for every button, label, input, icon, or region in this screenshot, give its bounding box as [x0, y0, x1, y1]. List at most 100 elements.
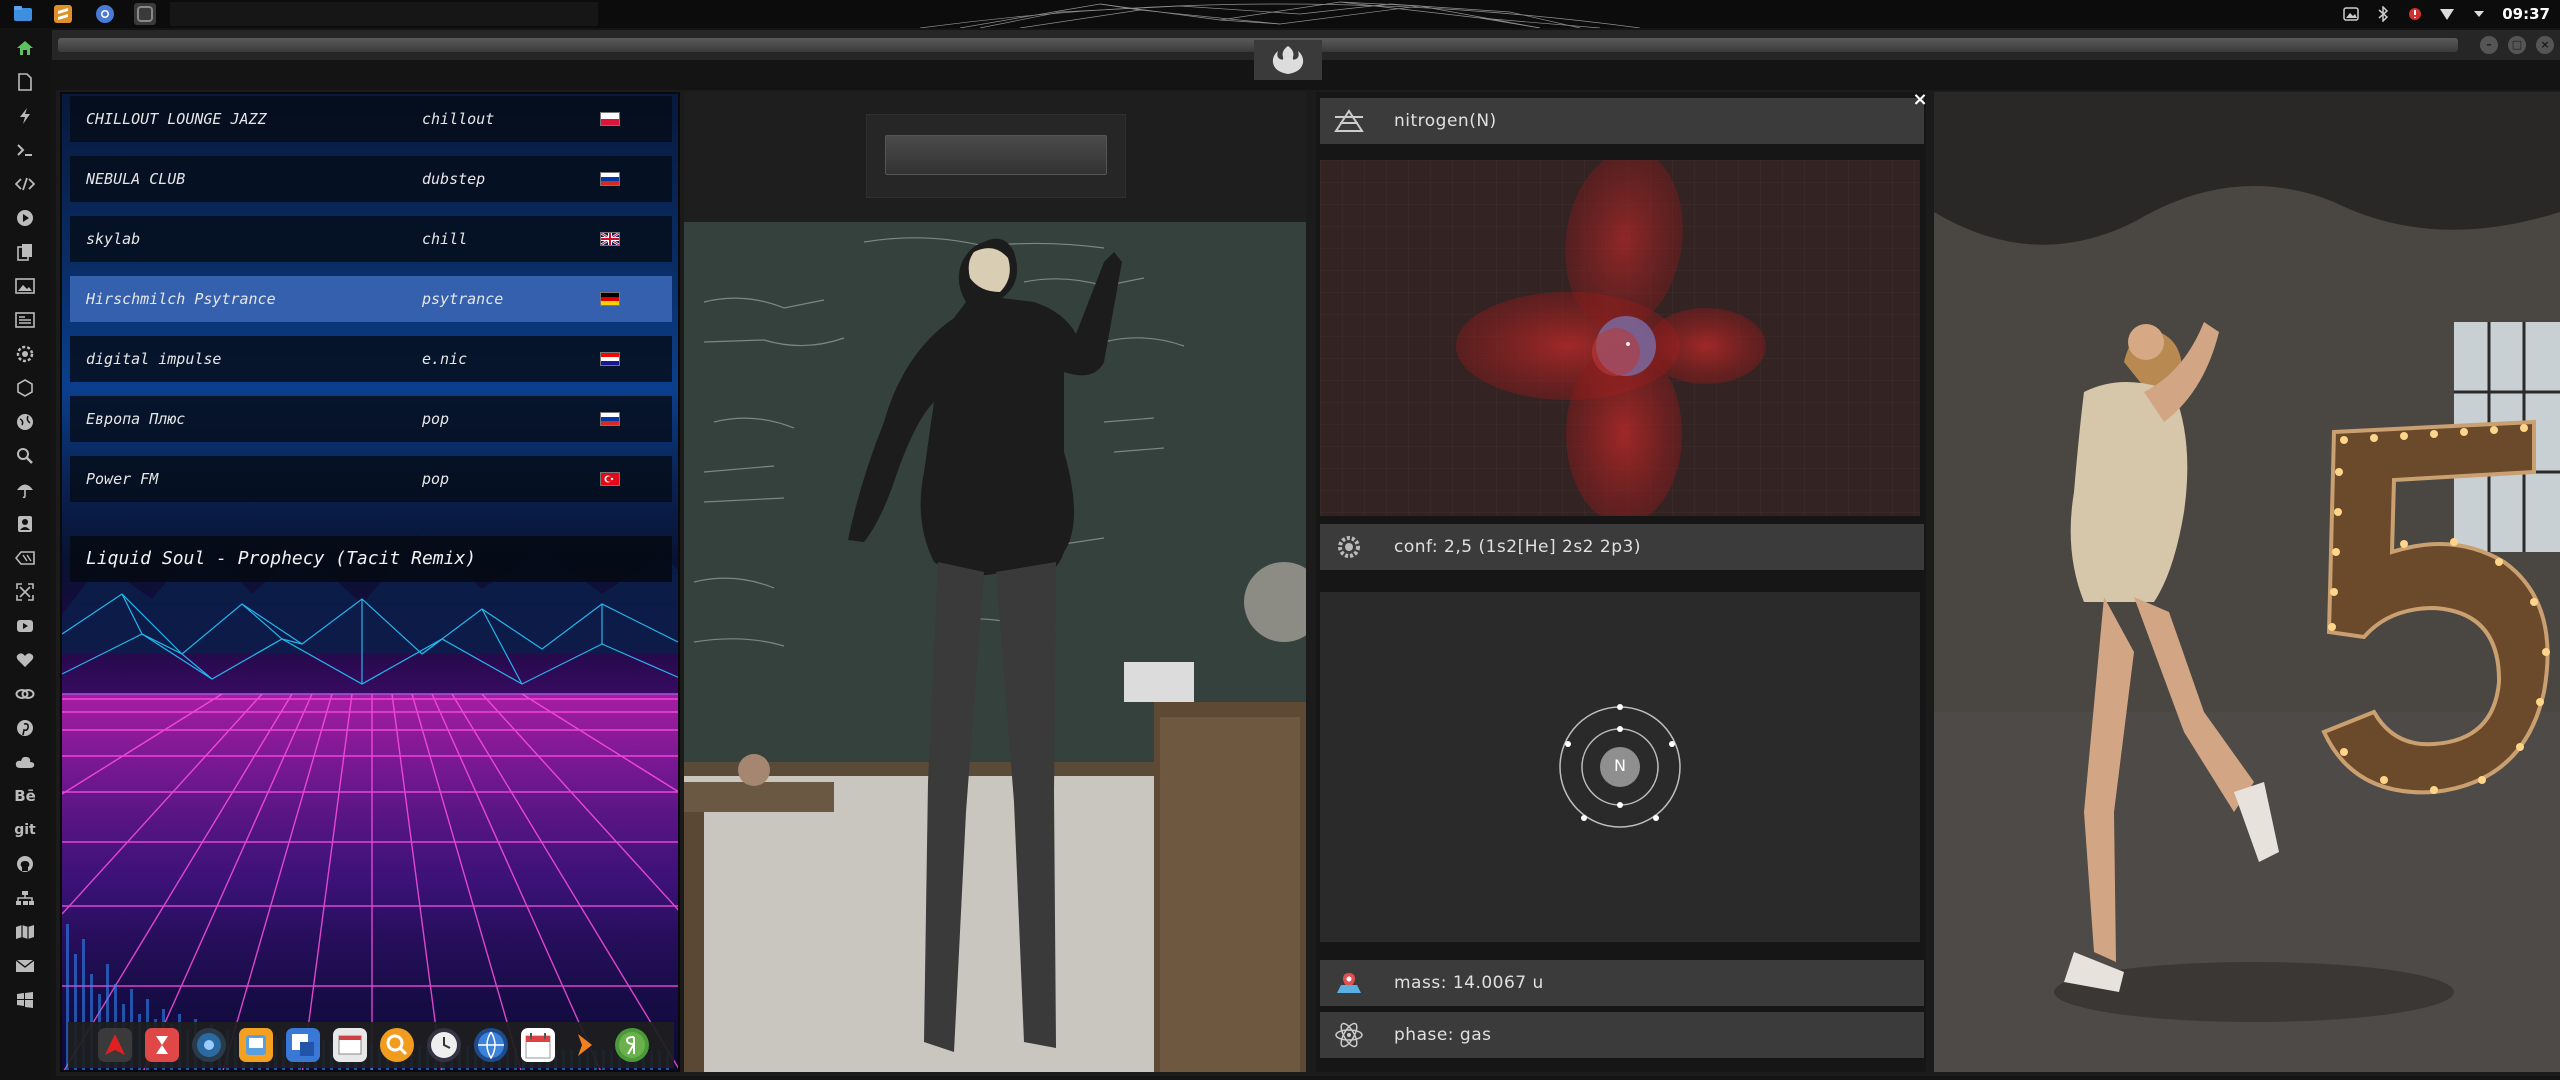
map-pin-icon [1334, 968, 1364, 998]
element-name: nitrogen(N) [1394, 111, 1497, 131]
clock[interactable]: 09:37 [2502, 5, 2550, 23]
browser-globe-icon[interactable] [474, 1028, 508, 1062]
bottom-app-dock [68, 1022, 674, 1068]
contact-icon[interactable] [13, 512, 37, 536]
atomic-mass: mass: 14.0067 u [1394, 973, 1544, 993]
map-icon[interactable] [13, 920, 37, 944]
network-monitor-icon[interactable] [192, 1028, 226, 1062]
station-row[interactable]: Европа Плюс pop [70, 396, 672, 442]
close-button[interactable]: × [2536, 36, 2554, 54]
alchemy-triangle-icon [1334, 106, 1364, 136]
newspaper-icon[interactable] [13, 308, 37, 332]
station-row[interactable]: skylab chill [70, 216, 672, 262]
station-genre: dubstep [422, 170, 486, 188]
search-icon[interactable] [13, 444, 37, 468]
mail-icon[interactable] [13, 954, 37, 978]
station-genre: pop [422, 470, 450, 488]
element-symbol: N [1614, 756, 1626, 775]
station-name: Европа Плюс [86, 410, 186, 428]
minimize-button[interactable]: – [2480, 36, 2498, 54]
mass-bar: mass: 14.0067 u [1320, 960, 1924, 1006]
flash-icon[interactable] [13, 104, 37, 128]
umbrella-icon[interactable] [13, 478, 37, 502]
station-name: NEBULA CLUB [86, 170, 186, 188]
system-top-bar: 09:37 [0, 0, 2560, 28]
screenshot-icon[interactable] [2342, 5, 2360, 23]
middle-panel [684, 92, 1306, 1072]
yandex-icon[interactable] [615, 1028, 649, 1062]
update-notification-icon[interactable] [2406, 5, 2424, 23]
hexagon-icon[interactable] [13, 376, 37, 400]
flag-croatia-icon [600, 352, 620, 366]
flag-russia-icon [600, 412, 620, 426]
heart-icon[interactable] [13, 648, 37, 672]
play-icon[interactable] [13, 206, 37, 230]
github-icon[interactable] [13, 852, 37, 876]
flag-germany-icon [600, 292, 620, 306]
rebel-alliance-logo-icon [1254, 40, 1322, 80]
station-genre: chill [422, 230, 468, 248]
tag-icon[interactable] [13, 546, 37, 570]
windows-icon[interactable] [13, 988, 37, 1012]
text-input-field[interactable] [885, 135, 1107, 175]
search-app-icon[interactable] [380, 1028, 414, 1062]
code-icon[interactable] [13, 172, 37, 196]
terminal-icon[interactable] [13, 138, 37, 162]
cloud-icon[interactable] [13, 750, 37, 774]
atom-icon [1334, 1020, 1364, 1050]
fashion-photo [1934, 92, 2560, 1072]
left-launcher-dock: Bē git [0, 28, 50, 1080]
station-name: Power FM [86, 470, 159, 488]
radio-player-panel: CHILLOUT LOUNGE JAZZ chillout NEBULA CLU… [60, 92, 680, 1072]
station-name: CHILLOUT LOUNGE JAZZ [86, 110, 267, 128]
flag-turkey-icon [600, 472, 620, 486]
sitemap-icon[interactable] [13, 886, 37, 910]
finder-icon[interactable] [239, 1028, 273, 1062]
forward-arrow-icon[interactable] [568, 1028, 602, 1062]
expand-icon[interactable] [13, 580, 37, 604]
wifi-icon[interactable] [2438, 5, 2456, 23]
configuration-bar: conf: 2,5 (1s2[He] 2s2 2p3) [1320, 524, 1924, 570]
electron-configuration: conf: 2,5 (1s2[He] 2s2 2p3) [1394, 537, 1641, 557]
files-app-icon[interactable] [12, 3, 34, 25]
bohr-model: N [1320, 592, 1920, 942]
terminal-app-icon[interactable] [134, 3, 156, 25]
station-genre: pop [422, 410, 450, 428]
translator-icon[interactable] [286, 1028, 320, 1062]
atom-gear-icon [1334, 532, 1364, 562]
station-row[interactable]: NEBULA CLUB dubstep [70, 156, 672, 202]
git-icon[interactable]: git [13, 818, 37, 842]
globe-icon[interactable] [13, 410, 37, 434]
copy-icon[interactable] [13, 240, 37, 264]
behance-icon[interactable]: Bē [13, 784, 37, 808]
now-playing-bar: Liquid Soul - Prophecy (Tacit Remix) [70, 536, 672, 582]
calendar-icon[interactable] [521, 1028, 555, 1062]
document-icon[interactable] [13, 70, 37, 94]
flag-uk-icon [600, 232, 620, 246]
youtube-icon[interactable] [13, 614, 37, 638]
pinterest-icon[interactable] [13, 716, 37, 740]
sublime-text-icon[interactable] [52, 3, 74, 25]
chromium-icon[interactable] [94, 3, 116, 25]
timer-icon[interactable] [145, 1028, 179, 1062]
station-row[interactable]: digital impulse e.nic [70, 336, 672, 382]
image-icon[interactable] [13, 274, 37, 298]
news-reader-icon[interactable] [333, 1028, 367, 1062]
close-panel-button[interactable]: × [1912, 91, 1928, 109]
settings-icon[interactable] [13, 342, 37, 366]
clock-app-icon[interactable] [427, 1028, 461, 1062]
link-icon[interactable] [13, 682, 37, 706]
element-phase: phase: gas [1394, 1025, 1492, 1045]
menu-chevron-icon[interactable] [2470, 5, 2488, 23]
station-name: skylab [86, 230, 141, 248]
station-row[interactable]: CHILLOUT LOUNGE JAZZ chillout [70, 96, 672, 142]
flag-poland-icon [600, 112, 620, 126]
station-genre: psytrance [422, 290, 504, 308]
station-row[interactable]: Power FM pop [70, 456, 672, 502]
arch-launcher-icon[interactable] [98, 1028, 132, 1062]
home-icon[interactable] [13, 36, 37, 60]
maximize-button[interactable]: □ [2508, 36, 2526, 54]
bluetooth-icon[interactable] [2374, 5, 2392, 23]
chalkboard-photo [684, 222, 1306, 1072]
station-row-selected[interactable]: Hirschmilch Psytrance psytrance [70, 276, 672, 322]
